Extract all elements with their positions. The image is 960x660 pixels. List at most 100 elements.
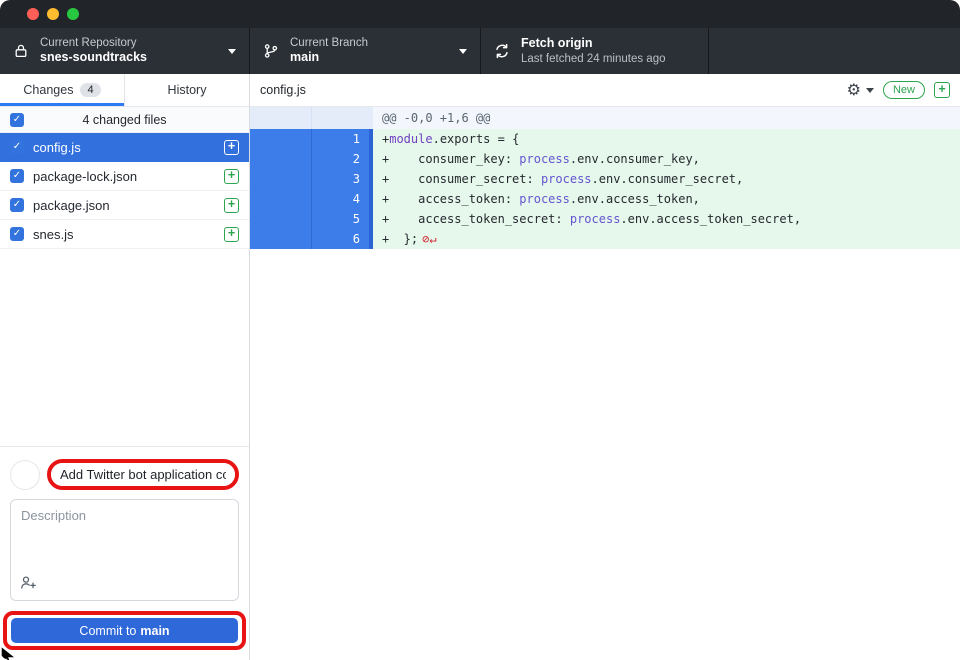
- sync-icon: [494, 43, 510, 59]
- diff-header-actions: ⚙ New: [847, 81, 950, 99]
- fetch-title: Fetch origin: [521, 36, 666, 52]
- git-branch-icon: [263, 43, 279, 59]
- branch-label: Current Branch: [290, 36, 368, 50]
- fetch-origin-button[interactable]: Fetch origin Last fetched 24 minutes ago: [481, 28, 709, 74]
- new-file-badge[interactable]: New: [883, 81, 925, 99]
- sidebar-empty-space: [0, 249, 249, 446]
- added-file-icon: [934, 82, 950, 98]
- chevron-down-icon: [228, 49, 236, 54]
- minimize-window-button[interactable]: [47, 8, 59, 20]
- branch-name: main: [290, 50, 368, 66]
- titlebar: [0, 0, 960, 28]
- tab-history-label: History: [168, 83, 207, 97]
- close-window-button[interactable]: [27, 8, 39, 20]
- toolbar: Current Repository snes-soundtracks Curr…: [0, 28, 960, 74]
- hunk-gutter[interactable]: [312, 107, 369, 129]
- diff-header: config.js ⚙ New: [250, 74, 960, 107]
- commit-description-box: [10, 499, 239, 601]
- chevron-down-icon: [459, 49, 467, 54]
- commit-button[interactable]: Commit to main: [11, 618, 238, 643]
- include-all-checkbox[interactable]: [10, 113, 24, 127]
- hunk-header-text: @@ -0,0 +1,6 @@: [373, 107, 960, 129]
- old-line-number[interactable]: [250, 229, 312, 249]
- file-name: snes.js: [33, 227, 73, 242]
- diff-hunk-header: @@ -0,0 +1,6 @@: [250, 107, 960, 129]
- repository-name: snes-soundtracks: [40, 50, 147, 66]
- diff-line-code: + consumer_secret: process.env.consumer_…: [373, 169, 960, 189]
- file-row-snes-js[interactable]: snes.js: [0, 220, 249, 249]
- diff-line-code: + access_token_secret: process.env.acces…: [373, 209, 960, 229]
- file-row-package-json[interactable]: package.json: [0, 191, 249, 220]
- diff-empty-area: [250, 249, 960, 660]
- file-checkbox[interactable]: [10, 227, 24, 241]
- added-file-icon: [224, 198, 239, 213]
- new-line-number[interactable]: 4: [312, 189, 369, 209]
- diff-line-6: 6 + };⊘↵: [250, 229, 960, 249]
- add-coauthor-button[interactable]: [20, 575, 37, 593]
- commit-summary-input[interactable]: [51, 463, 235, 486]
- file-checkbox[interactable]: [10, 169, 24, 183]
- avatar: [10, 460, 40, 490]
- person-add-icon: [20, 575, 37, 593]
- commit-description-input[interactable]: [11, 500, 238, 570]
- tab-history[interactable]: History: [124, 74, 249, 106]
- annotation-highlight-summary: [47, 459, 239, 490]
- repository-label: Current Repository: [40, 36, 147, 50]
- tab-changes-label: Changes: [23, 83, 73, 97]
- old-line-number[interactable]: [250, 129, 312, 149]
- new-line-number[interactable]: 2: [312, 149, 369, 169]
- gear-icon: ⚙: [847, 82, 861, 98]
- main-panel: config.js ⚙ New @@ -0,0 +1,6 @@: [250, 74, 960, 660]
- hunk-gutter[interactable]: [250, 107, 312, 129]
- repository-picker[interactable]: Current Repository snes-soundtracks: [0, 28, 250, 74]
- old-line-number[interactable]: [250, 169, 312, 189]
- file-name: package.json: [33, 198, 110, 213]
- zoom-window-button[interactable]: [67, 8, 79, 20]
- fetch-subtitle: Last fetched 24 minutes ago: [521, 52, 666, 66]
- new-line-number[interactable]: 6: [312, 229, 369, 249]
- commit-button-branch: main: [140, 624, 169, 638]
- new-line-number[interactable]: 3: [312, 169, 369, 189]
- diff-line-5: 5 + access_token_secret: process.env.acc…: [250, 209, 960, 229]
- diff-options-button[interactable]: ⚙: [847, 82, 874, 98]
- added-file-icon: [224, 140, 239, 155]
- new-line-number[interactable]: 1: [312, 129, 369, 149]
- sidebar-tabs: Changes 4 History: [0, 74, 249, 107]
- content: Changes 4 History 4 changed files config…: [0, 74, 960, 660]
- sidebar: Changes 4 History 4 changed files config…: [0, 74, 250, 660]
- diff-line-code: +module.exports = {: [373, 129, 960, 149]
- diff-line-code: + consumer_key: process.env.consumer_key…: [373, 149, 960, 169]
- diff-line-code: + };⊘↵: [373, 229, 960, 249]
- diff-line-2: 2 + consumer_key: process.env.consumer_k…: [250, 149, 960, 169]
- added-file-icon: [224, 169, 239, 184]
- lock-icon: [13, 43, 29, 59]
- file-name: package-lock.json: [33, 169, 137, 184]
- changed-files-count: 4 changed files: [82, 113, 166, 127]
- commit-summary-row: [10, 459, 239, 490]
- new-line-number[interactable]: 5: [312, 209, 369, 229]
- chevron-down-icon: [866, 88, 874, 93]
- return-icon: ↵: [429, 232, 436, 246]
- diff-line-1: 1 +module.exports = {: [250, 129, 960, 149]
- commit-form: Commit to main: [0, 446, 249, 660]
- file-row-config-js[interactable]: config.js: [0, 133, 249, 162]
- file-row-package-lock-json[interactable]: package-lock.json: [0, 162, 249, 191]
- branch-picker[interactable]: Current Branch main: [250, 28, 481, 74]
- tab-changes[interactable]: Changes 4: [0, 74, 124, 106]
- old-line-number[interactable]: [250, 149, 312, 169]
- file-checkbox[interactable]: [10, 198, 24, 212]
- old-line-number[interactable]: [250, 189, 312, 209]
- changed-files-header: 4 changed files: [0, 107, 249, 133]
- added-file-icon: [224, 227, 239, 242]
- file-checkbox[interactable]: [10, 140, 24, 154]
- commit-button-prefix: Commit to: [79, 624, 136, 638]
- diff-file-title: config.js: [260, 83, 306, 97]
- github-desktop-window: Current Repository snes-soundtracks Curr…: [0, 0, 960, 660]
- file-name: config.js: [33, 140, 81, 155]
- annotation-highlight-commit-button: Commit to main: [3, 611, 246, 650]
- old-line-number[interactable]: [250, 209, 312, 229]
- changes-count-badge: 4: [80, 83, 100, 97]
- diff-line-3: 3 + consumer_secret: process.env.consume…: [250, 169, 960, 189]
- diff-line-4: 4 + access_token: process.env.access_tok…: [250, 189, 960, 209]
- diff-line-code: + access_token: process.env.access_token…: [373, 189, 960, 209]
